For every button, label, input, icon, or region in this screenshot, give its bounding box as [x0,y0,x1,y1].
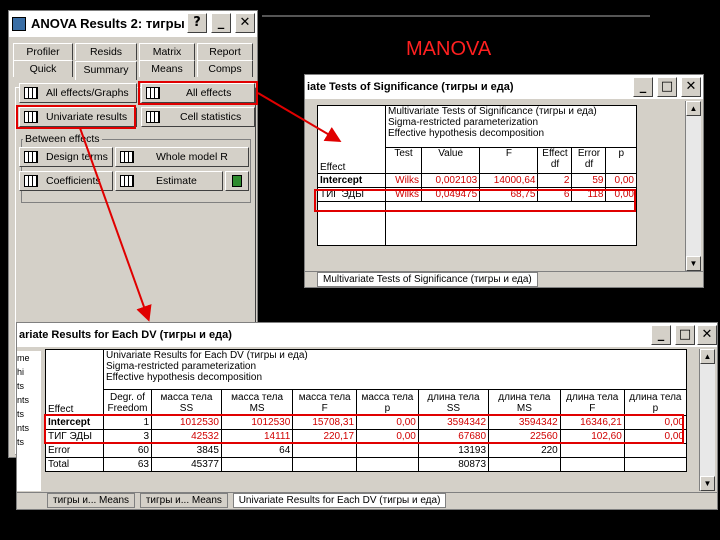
arrow-to-univariate [79,127,152,322]
tab-summary[interactable]: Summary [75,61,137,80]
annotation-arrows [79,92,342,322]
arrow-to-multivariate [257,92,342,143]
